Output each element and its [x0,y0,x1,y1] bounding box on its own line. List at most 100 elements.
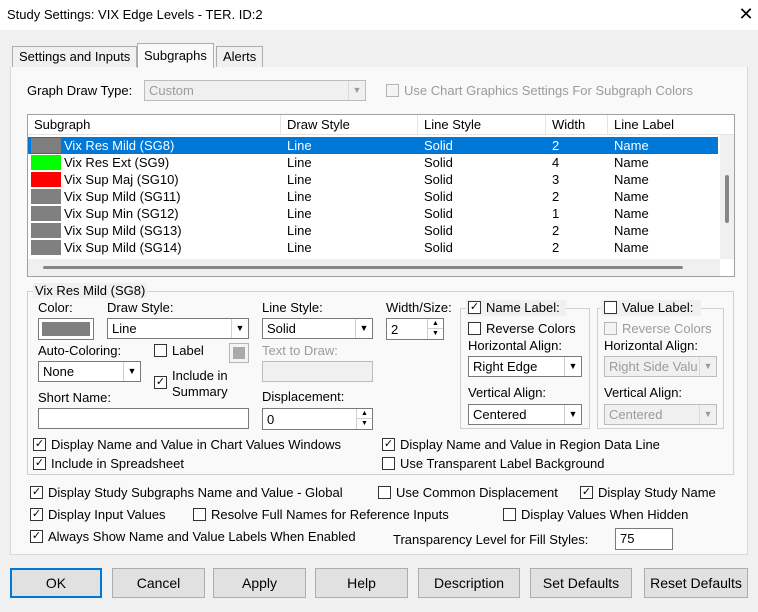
horizontal-scrollbar[interactable] [28,259,720,276]
table-cell: 4 [552,155,560,170]
auto-coloring-select[interactable]: None ▼ [38,361,141,382]
display-subgraphs-global-checkbox[interactable]: ✓ [30,486,43,499]
table-cell: Line [287,240,312,255]
table-row[interactable]: Vix Sup Maj (SG10) Line Solid 3 Name [28,171,718,188]
table-cell: 2 [552,240,560,255]
spin-down-icon[interactable]: ▼ [356,419,372,429]
name-h-align-label: Horizontal Align: [468,338,562,353]
description-button[interactable]: Description [418,568,520,598]
include-summary-checkbox[interactable]: ✓ [154,376,167,389]
use-chart-graphics-checkbox[interactable] [386,84,399,97]
spin-up-icon[interactable]: ▲ [427,319,443,329]
display-study-name-label: Display Study Name [598,485,716,500]
chevron-down-icon: ▼ [564,357,581,376]
reset-defaults-button[interactable]: Reset Defaults [644,568,748,598]
short-name-input[interactable] [38,408,249,429]
table-cell: Name [614,223,649,238]
table-row[interactable]: Vix Res Ext (SG9) Line Solid 4 Name [28,154,718,171]
table-row[interactable]: Vix Sup Min (SG12) Line Solid 1 Name [28,205,718,222]
detail-group-title: Vix Res Mild (SG8) [33,283,148,298]
display-values-hidden-label: Display Values When Hidden [521,507,689,522]
display-name-value-chart-checkbox[interactable]: ✓ [33,438,46,451]
value-v-align-select[interactable]: Centered ▼ [604,404,717,425]
display-name-value-region-label: Display Name and Value in Region Data Li… [400,437,660,452]
table-row[interactable]: Vix Res Mild (SG8) Line Solid 2 Name [28,137,718,154]
transparency-input[interactable]: 75 [615,528,673,550]
table-cell: Name [614,155,649,170]
value-reverse-colors-label: Reverse Colors [622,321,712,336]
draw-style-select[interactable]: Line ▼ [107,318,249,339]
table-cell: Vix Res Ext (SG9) [64,155,170,170]
vertical-scrollbar[interactable] [720,135,734,259]
always-show-labels-checkbox[interactable]: ✓ [30,530,43,543]
text-to-draw-input[interactable] [262,361,373,382]
table-cell: Name [614,189,649,204]
name-reverse-colors-label: Reverse Colors [486,321,576,336]
help-button[interactable]: Help [315,568,408,598]
table-cell: Line [287,172,312,187]
resolve-full-names-checkbox[interactable] [193,508,206,521]
display-input-values-checkbox[interactable]: ✓ [30,508,43,521]
display-study-name-checkbox[interactable]: ✓ [580,486,593,499]
horizontal-scroll-thumb[interactable] [43,266,683,269]
value-h-align-select[interactable]: Right Side Valu ▼ [604,356,717,377]
chevron-down-icon: ▼ [231,319,248,338]
always-show-labels-label: Always Show Name and Value Labels When E… [48,529,356,544]
spin-up-icon[interactable]: ▲ [356,409,372,419]
use-common-displacement-checkbox[interactable] [378,486,391,499]
displacement-spinner[interactable]: 0 ▲ ▼ [262,408,373,430]
tab-settings-and-inputs[interactable]: Settings and Inputs [12,46,138,68]
name-h-align-select[interactable]: Right Edge ▼ [468,356,582,377]
table-row[interactable]: Vix Sup Mild (SG11) Line Solid 2 Name [28,188,718,205]
short-name-label: Short Name: [38,390,111,405]
transparent-label-bg-checkbox[interactable] [382,457,395,470]
table-cell: Solid [424,240,453,255]
table-row[interactable]: Vix Sup Mild (SG14) Line Solid 2 Name [28,239,718,256]
value-label-checkbox[interactable] [604,301,617,314]
value-reverse-colors-checkbox[interactable] [604,322,617,335]
chevron-down-icon: ▼ [348,81,365,100]
chevron-down-icon: ▼ [564,405,581,424]
label-checkbox-label: Label [172,343,204,358]
column-header-draw-style[interactable]: Draw Style [281,115,418,135]
chevron-down-icon: ▼ [355,319,372,338]
table-cell: Solid [424,138,453,153]
column-header-line-style[interactable]: Line Style [418,115,546,135]
column-header-line-label[interactable]: Line Label [608,115,734,135]
width-size-spinner[interactable]: 2 ▲ ▼ [386,318,444,340]
display-subgraphs-global-label: Display Study Subgraphs Name and Value -… [48,485,343,500]
color-swatch [31,189,61,204]
ok-button[interactable]: OK [10,568,102,598]
table-cell: Vix Sup Mild (SG11) [64,189,181,204]
display-values-hidden-checkbox[interactable] [503,508,516,521]
vertical-scroll-thumb[interactable] [725,175,729,223]
apply-button[interactable]: Apply [213,568,306,598]
text-to-draw-label: Text to Draw: [262,343,338,358]
tab-subgraphs[interactable]: Subgraphs [137,43,214,68]
tab-alerts[interactable]: Alerts [216,46,264,68]
close-icon[interactable]: ✕ [738,4,754,25]
table-cell: Line [287,223,312,238]
set-defaults-button[interactable]: Set Defaults [530,568,632,598]
cancel-button[interactable]: Cancel [112,568,205,598]
title-bar[interactable]: Study Settings: VIX Edge Levels - TER. I… [0,0,758,30]
table-row[interactable]: Vix Sup Mild (SG13) Line Solid 2 Name [28,222,718,239]
column-header-width[interactable]: Width [546,115,608,135]
graph-draw-type-select[interactable]: Custom ▼ [144,80,366,101]
line-style-select[interactable]: Solid ▼ [262,318,373,339]
table-cell: 3 [552,172,560,187]
color-button[interactable] [38,318,94,340]
table-cell: Name [614,206,649,221]
name-v-align-select[interactable]: Centered ▼ [468,404,582,425]
display-name-value-region-checkbox[interactable]: ✓ [382,438,395,451]
name-label-checkbox[interactable]: ✓ [468,301,481,314]
subgraph-list[interactable]: Subgraph Draw Style Line Style Width Lin… [27,114,735,277]
spin-down-icon[interactable]: ▼ [427,329,443,339]
label-checkbox[interactable] [154,344,167,357]
include-spreadsheet-checkbox[interactable]: ✓ [33,457,46,470]
table-cell: Solid [424,206,453,221]
table-cell: Vix Sup Min (SG12) [64,206,179,221]
label-color-button[interactable] [229,343,249,363]
column-header-subgraph[interactable]: Subgraph [28,115,281,135]
name-reverse-colors-checkbox[interactable] [468,322,481,335]
